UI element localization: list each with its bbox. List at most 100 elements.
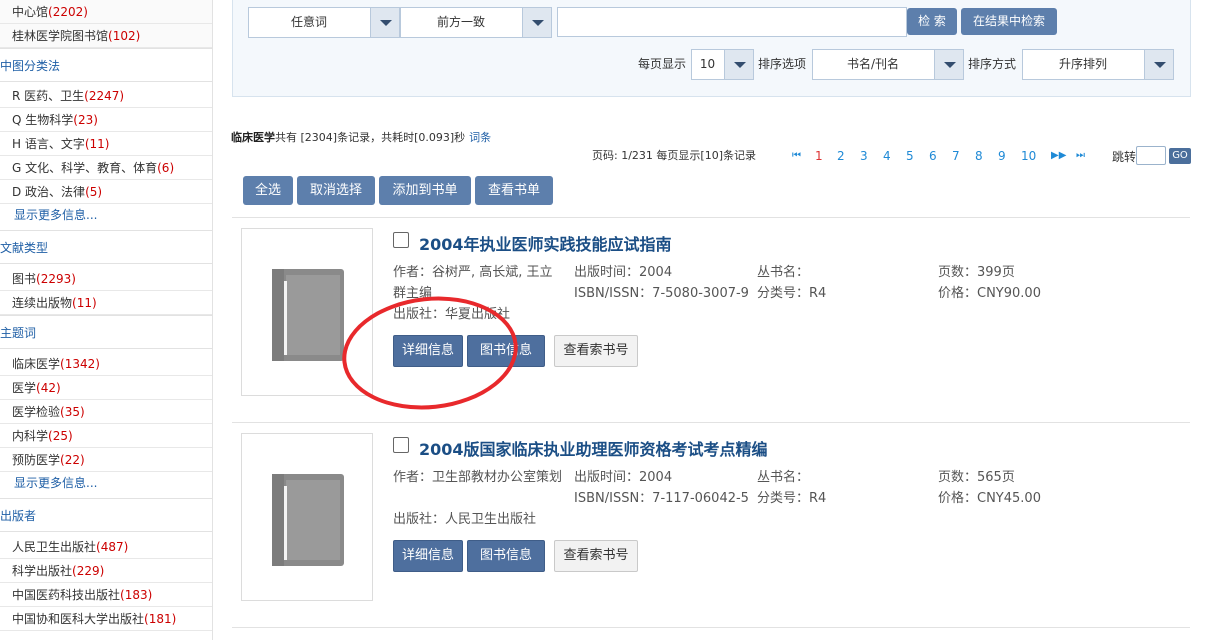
go-button[interactable]: GO (1169, 148, 1191, 164)
facet-item-publisher-pmph[interactable]: 人民卫生出版社(487) (0, 535, 212, 559)
facet-item-publisher-science[interactable]: 科学出版社(229) (0, 559, 212, 583)
record-title-link[interactable]: 2004版国家临床执业助理医师资格考试考点精编 (419, 436, 768, 460)
facet-count: (487) (96, 540, 129, 554)
facet-item-class-g[interactable]: G 文化、科学、教育、体育(6) (0, 156, 212, 180)
term-link[interactable]: 词条 (469, 131, 491, 144)
facet-item-subject-medicine[interactable]: 医学(42) (0, 376, 212, 400)
facet-label: 科学出版社 (12, 564, 73, 578)
match-mode-select[interactable]: 前方一致 (400, 7, 552, 38)
page-link-4[interactable]: 4 (883, 149, 891, 163)
first-page-icon[interactable]: ⏮ (792, 150, 801, 161)
page-link-8[interactable]: 8 (975, 149, 983, 163)
record-pub-time: 出版时间：2004 (574, 470, 673, 485)
facet-count: (42) (36, 381, 61, 395)
record-checkbox[interactable] (393, 232, 409, 248)
facet-item-subject-clinical[interactable]: 临床医学(1342) (0, 352, 212, 376)
scrollbar[interactable] (1216, 0, 1226, 640)
facet-item-subject-preventive[interactable]: 预防医学(22) (0, 448, 212, 472)
facet-item-publisher-pumc[interactable]: 中国协和医科大学出版社(181) (0, 607, 212, 631)
sort-order-select[interactable]: 升序排列 (1022, 49, 1174, 80)
divider (232, 627, 1190, 628)
facet-count: (2202) (48, 5, 88, 19)
facet-count: (6) (157, 161, 175, 175)
facet-label: 中国医药科技出版社 (12, 588, 121, 602)
page-link-2[interactable]: 2 (837, 149, 845, 163)
sort-order-label: 排序方式 (968, 57, 1017, 71)
facet-count: (102) (108, 29, 141, 43)
search-field-select[interactable]: 任意词 (248, 7, 400, 38)
page-link-9[interactable]: 9 (998, 149, 1006, 163)
book-info-button[interactable]: 图书信息 (467, 335, 545, 367)
facet-sidebar: 中心馆(2202) 桂林医学院图书馆(102) 中图分类法 R 医药、卫生(22… (0, 0, 213, 640)
search-button[interactable]: 检 索 (907, 8, 957, 35)
facet-item-class-d[interactable]: D 政治、法律(5) (0, 180, 212, 204)
record-pub-time: 出版时间：2004 (574, 265, 673, 280)
facet-item-class-q[interactable]: Q 生物科学(23) (0, 108, 212, 132)
view-booklist-button[interactable]: 查看书单 (475, 176, 553, 205)
facet-heading-classification: 中图分类法 (0, 48, 212, 82)
detail-info-button[interactable]: 详细信息 (393, 540, 463, 572)
page-link-1[interactable]: 1 (815, 149, 823, 163)
facet-item-library-guilin[interactable]: 桂林医学院图书馆(102) (0, 24, 212, 48)
book-info-button[interactable]: 图书信息 (467, 540, 545, 572)
facet-label: 图书 (12, 272, 37, 286)
deselect-button[interactable]: 取消选择 (297, 176, 375, 205)
record-checkbox[interactable] (393, 437, 409, 453)
detail-info-button[interactable]: 详细信息 (393, 335, 463, 367)
per-page-select[interactable]: 10 (691, 49, 754, 80)
book-cover[interactable] (241, 433, 373, 601)
facet-label: 医学 (12, 381, 37, 395)
page-link-6[interactable]: 6 (929, 149, 937, 163)
page-link-5[interactable]: 5 (906, 149, 914, 163)
chevron-down-icon (1144, 50, 1173, 79)
record-author: 作者：谷树严, 高长斌, 王立群主编 (393, 265, 553, 301)
page-link-7[interactable]: 7 (952, 149, 960, 163)
facet-item-class-r[interactable]: R 医药、卫生(2247) (0, 84, 212, 108)
show-more-link-subject[interactable]: 显示更多信息... (14, 474, 97, 491)
facet-item-class-h[interactable]: H 语言、文字(11) (0, 132, 212, 156)
facet-label: 预防医学 (12, 453, 61, 467)
facet-item-doctype-book[interactable]: 图书(2293) (0, 267, 212, 291)
page-info: 页码: 1/231 每页显示[10]条记录 (592, 149, 756, 162)
refine-search-button[interactable]: 在结果中检索 (961, 8, 1057, 35)
next-page-icon[interactable]: ▶▶ (1051, 150, 1066, 161)
facet-count: (183) (120, 588, 153, 602)
page-link-10[interactable]: 10 (1021, 149, 1036, 163)
facet-heading-subject: 主题词 (0, 315, 212, 349)
facet-label: Q 生物科学 (12, 113, 74, 127)
record-title-link[interactable]: 2004年执业医师实践技能应试指南 (419, 231, 672, 255)
facet-count: (1342) (60, 357, 100, 371)
select-all-button[interactable]: 全选 (243, 176, 293, 205)
facet-count: (2247) (84, 89, 125, 103)
facet-item-publisher-partial[interactable] (0, 631, 212, 640)
facet-label: G 文化、科学、教育、体育 (12, 161, 158, 175)
facet-label: 中国协和医科大学出版社 (12, 612, 145, 626)
add-to-booklist-button[interactable]: 添加到书单 (379, 176, 471, 205)
book-cover[interactable] (241, 228, 373, 396)
facet-label: 中心馆 (12, 5, 49, 19)
search-field-value: 任意词 (290, 15, 327, 29)
facet-item-doctype-serial[interactable]: 连续出版物(11) (0, 291, 212, 315)
page-link-3[interactable]: 3 (860, 149, 868, 163)
view-call-number-button[interactable]: 查看索书号 (554, 540, 638, 572)
facet-label: 医学检验 (12, 405, 61, 419)
divider (232, 422, 1190, 423)
view-call-number-button[interactable]: 查看索书号 (554, 335, 638, 367)
facet-item-publisher-cmstp[interactable]: 中国医药科技出版社(183) (0, 583, 212, 607)
facet-count: (35) (60, 405, 85, 419)
search-input[interactable] (557, 7, 907, 37)
facet-label: 临床医学 (12, 357, 61, 371)
facet-item-library-central[interactable]: 中心馆(2202) (0, 0, 212, 24)
record-price: 价格：CNY45.00 (938, 491, 1041, 506)
book-icon (272, 474, 344, 566)
facet-label: H 语言、文字 (12, 137, 85, 151)
sort-field-select[interactable]: 书名/刊名 (812, 49, 964, 80)
chevron-down-icon (724, 50, 753, 79)
facet-item-subject-lab[interactable]: 医学检验(35) (0, 400, 212, 424)
last-page-icon[interactable]: ⏭ (1076, 150, 1085, 161)
jump-page-input[interactable] (1136, 146, 1166, 165)
facet-item-subject-internal[interactable]: 内科学(25) (0, 424, 212, 448)
show-more-link-classification[interactable]: 显示更多信息... (14, 206, 97, 223)
divider (232, 217, 1190, 218)
chevron-down-icon (934, 50, 963, 79)
